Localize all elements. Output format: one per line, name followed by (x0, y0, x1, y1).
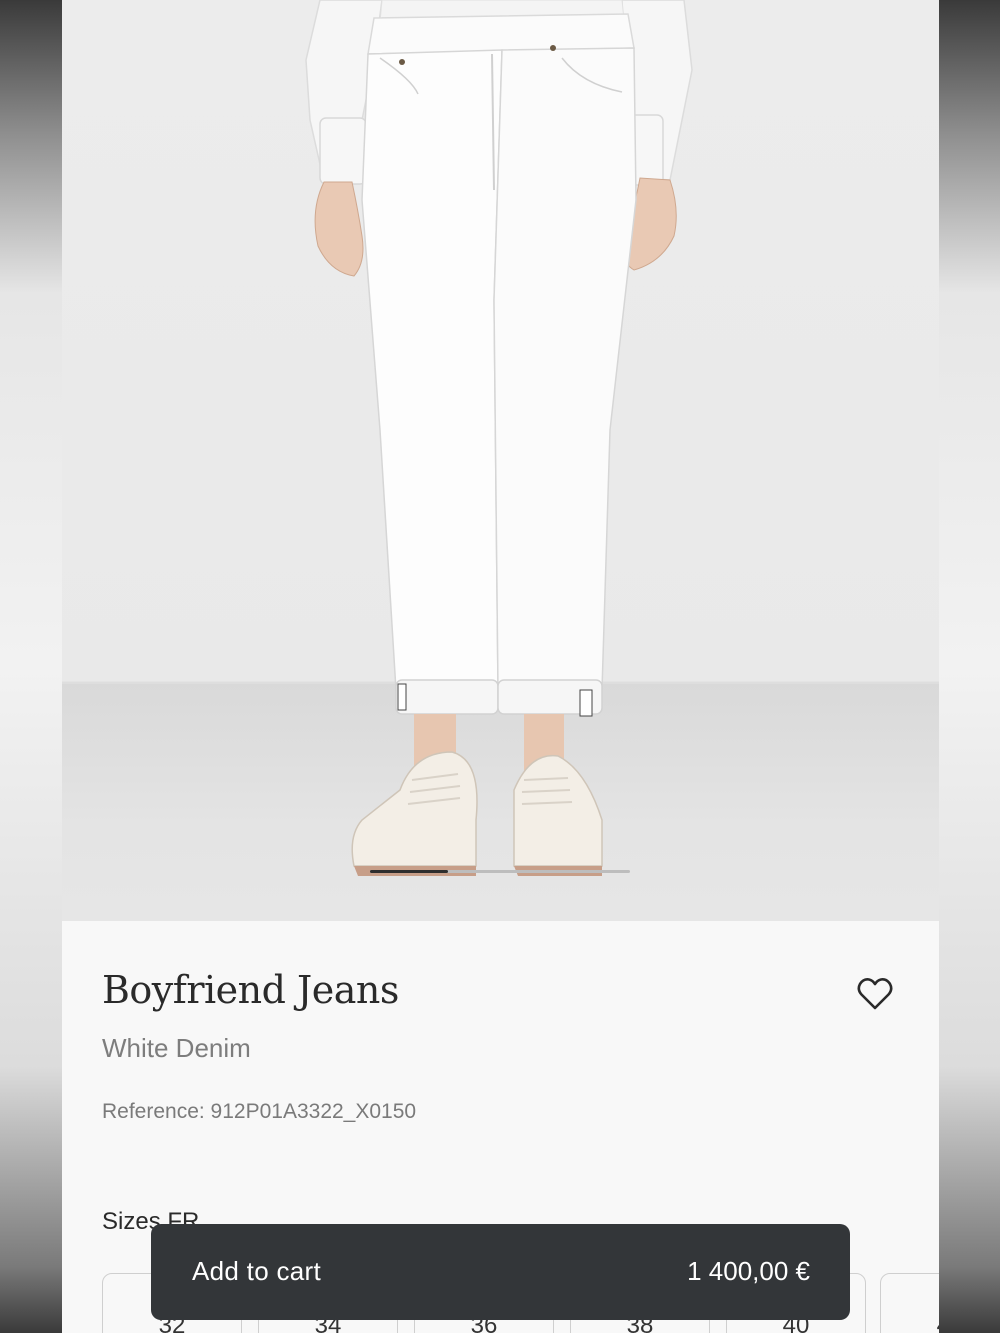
device-frame-left (0, 0, 62, 1333)
add-to-cart-button[interactable]: Add to cart 1 400,00 € (151, 1224, 850, 1320)
add-to-cart-label: Add to cart (192, 1256, 322, 1286)
heart-outline-icon[interactable] (857, 977, 893, 1011)
product-title: Boyfriend Jeans (102, 968, 399, 1012)
product-color: White Denim (102, 1033, 251, 1063)
product-reference: Reference: 912P01A3322_X0150 (102, 1100, 417, 1123)
carousel-progress-track (370, 870, 630, 873)
product-photo-illustration (305, 0, 693, 876)
product-image[interactable] (62, 0, 939, 921)
product-screen: Boyfriend Jeans White Denim Reference: 9… (62, 0, 939, 1333)
device-frame-right (939, 0, 1000, 1333)
carousel-progress-fill (370, 870, 448, 873)
size-option[interactable]: 42 (880, 1273, 939, 1333)
cart-price: 1 400,00 € (687, 1256, 810, 1286)
